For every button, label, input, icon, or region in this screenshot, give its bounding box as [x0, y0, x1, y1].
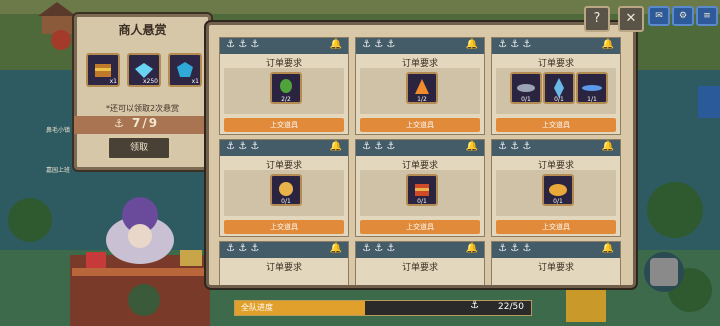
order-item[interactable]: 0/1 [510, 72, 542, 104]
settings-button[interactable]: ⚙ [672, 6, 694, 26]
anchor-icon: ⚓ ⚓ ⚓ [498, 141, 532, 152]
order-card: ⚓ ⚓ ⚓ 🔔 订单要求 0/1 上交道具 [219, 139, 349, 237]
order-item[interactable]: 2/2 [270, 72, 302, 104]
anchor-icon: ⚓ ⚓ ⚓ [362, 243, 396, 254]
bell-icon: 🔔 [465, 141, 478, 152]
bell-icon: 🔔 [329, 141, 342, 152]
order-item[interactable]: 1/2 [406, 72, 438, 104]
order-card: ⚓ ⚓ ⚓ 🔔 订单要求 [355, 241, 485, 285]
anchor-icon: ⚓ ⚓ ⚓ [226, 39, 260, 50]
order-card: ⚓ ⚓ ⚓ 🔔 订单要求 1/2 上交道具 [355, 37, 485, 135]
bell-icon: 🔔 [465, 243, 478, 254]
side-label-0: 鼻毛小镇 [46, 126, 70, 134]
orders-panel: ⚓ ⚓ ⚓ 🔔 订单要求 2/2 上交道具 ⚓ ⚓ ⚓ 🔔 订单要求 1/2 上交道… [206, 22, 636, 288]
team-progress-label: 全队进度 [241, 303, 273, 312]
anchor-icon: ⚓ ⚓ ⚓ [362, 39, 396, 50]
bounty-note: *还可以领取2次悬赏 [105, 104, 180, 113]
reward-chest[interactable]: x1 [86, 53, 120, 87]
bounty-progress: ⚓ 7/9 [74, 116, 211, 134]
bounty-title: 商人悬赏 [118, 23, 167, 37]
anchor-icon: ⚓ ⚓ ⚓ [498, 243, 532, 254]
submit-button[interactable]: 上交道具 [360, 118, 480, 132]
help-button[interactable]: ? [584, 6, 610, 32]
gear-icon: ⚙ [678, 11, 688, 21]
reward-gem[interactable]: x1 [168, 53, 202, 87]
anchor-icon: ⚓ ⚓ ⚓ [226, 141, 260, 152]
anchor-icon: ⚓ [114, 117, 124, 130]
order-card: ⚓ ⚓ ⚓ 🔔 订单要求 0/1 上交道具 [491, 139, 621, 237]
team-progress-bar: 全队进度 [234, 300, 532, 316]
order-card: ⚓ ⚓ ⚓ 🔔 订单要求 2/2 上交道具 [219, 37, 349, 135]
reward-diamond[interactable]: x250 [127, 53, 161, 87]
submit-button[interactable]: 上交道具 [224, 118, 344, 132]
close-icon: ✕ [625, 11, 637, 26]
treasure-chest-icon [566, 282, 606, 322]
order-item[interactable]: 0/1 [542, 174, 574, 206]
order-card: ⚓ ⚓ ⚓ 🔔 订单要求 0/1 上交道具 [355, 139, 485, 237]
mail-icon: ✉ [655, 11, 663, 21]
submit-button[interactable]: 上交道具 [360, 220, 480, 234]
merchant-emblem [128, 284, 160, 316]
order-card: ⚓ ⚓ ⚓ 🔔 订单要求 [219, 241, 349, 285]
anchor-icon: ⚓ ⚓ ⚓ [362, 141, 396, 152]
order-item[interactable]: 1/1 [576, 72, 608, 104]
order-item[interactable]: 0/1 [270, 174, 302, 206]
bell-icon: 🔔 [601, 243, 614, 254]
bell-icon: 🔔 [329, 39, 342, 50]
anchor-icon: ⚓ ⚓ ⚓ [498, 39, 532, 50]
team-progress-count: 22/50 [498, 302, 524, 312]
menu-icon: ≡ [703, 11, 711, 21]
chat-icon [698, 86, 720, 118]
order-card: ⚓ ⚓ ⚓ 🔔 订单要求 [491, 241, 621, 285]
bell-icon: 🔔 [601, 141, 614, 152]
submit-button[interactable]: 上交道具 [224, 220, 344, 234]
claim-button[interactable]: 领取 [107, 136, 171, 160]
bell-icon: 🔔 [329, 243, 342, 254]
bounty-progress-count: 7/9 [132, 116, 160, 130]
side-label-1: 嘉园上班 [46, 166, 70, 174]
bell-icon: 🔔 [601, 39, 614, 50]
order-item[interactable]: 0/1 [543, 72, 575, 104]
menu-button[interactable]: ≡ [696, 6, 718, 26]
close-button[interactable]: ✕ [618, 6, 644, 32]
order-card: ⚓ ⚓ ⚓ 🔔 订单要求 0/1 0/1 1/1 上交道具 [491, 37, 621, 135]
order-item[interactable]: 0/1 [406, 174, 438, 206]
bell-icon: 🔔 [465, 39, 478, 50]
submit-button[interactable]: 上交道具 [496, 118, 616, 132]
submit-button[interactable]: 上交道具 [496, 220, 616, 234]
anchor-icon: ⚓ [470, 300, 479, 311]
mail-button[interactable]: ✉ [648, 6, 670, 26]
fist-icon [650, 258, 678, 286]
question-icon: ? [593, 11, 601, 26]
anchor-icon: ⚓ ⚓ ⚓ [226, 243, 260, 254]
